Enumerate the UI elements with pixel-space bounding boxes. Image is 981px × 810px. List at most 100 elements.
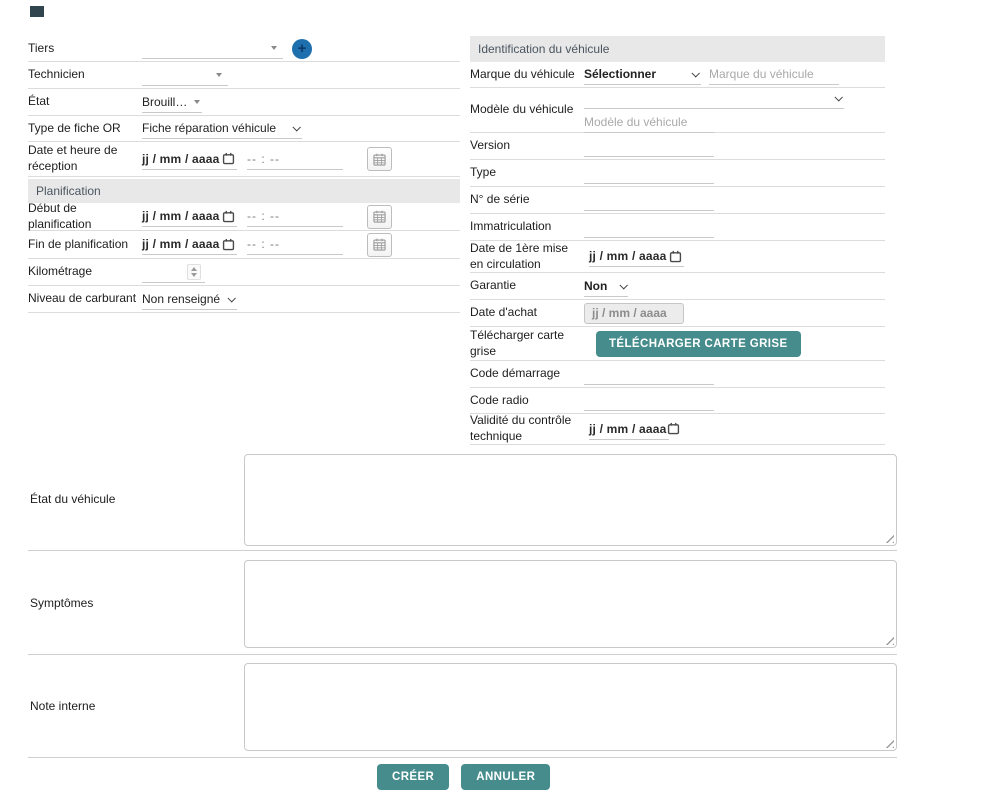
row-controle-technique: Validité du contrôle technique jj / mm /…: [470, 414, 885, 445]
date-placeholder-text: jj / mm / aaaa: [142, 152, 220, 166]
row-date-achat: Date d'achat jj / mm / aaaa: [470, 300, 885, 327]
marque-select-value: Sélectionner: [584, 67, 656, 81]
controle-technique-label: Validité du contrôle technique: [470, 413, 584, 444]
code-demarrage-label: Code démarrage: [470, 366, 584, 382]
modele-text-input[interactable]: [584, 112, 714, 133]
row-version: Version: [470, 133, 885, 160]
date-placeholder-text: jj / mm / aaaa: [142, 237, 220, 251]
debut-planification-calendar-button[interactable]: [367, 205, 392, 229]
date-placeholder-text: jj / mm / aaaa: [589, 249, 667, 263]
code-radio-input[interactable]: [584, 390, 714, 411]
kilometrage-label: Kilométrage: [28, 264, 142, 280]
immatriculation-label: Immatriculation: [470, 219, 584, 235]
type-label: Type: [470, 165, 584, 181]
niveau-carburant-select[interactable]: Non renseigné: [142, 289, 237, 310]
caret-down-icon: [194, 100, 200, 104]
row-date-reception: Date et heure de réception jj / mm / aaa…: [28, 142, 460, 177]
number-spinner-icon[interactable]: [187, 264, 201, 280]
calendar-grid-icon: [373, 210, 386, 223]
date-achat-label: Date d'achat: [470, 305, 584, 321]
tiers-label: Tiers: [28, 41, 142, 57]
row-type-fiche: Type de fiche OR Fiche réparation véhicu…: [28, 116, 460, 142]
cancel-button[interactable]: ANNULER: [461, 764, 550, 790]
row-type: Type: [470, 160, 885, 187]
chevron-down-icon: [834, 93, 842, 101]
time-placeholder-text: -- : --: [247, 152, 280, 166]
calendar-grid-icon: [373, 238, 386, 251]
row-code-demarrage: Code démarrage: [470, 361, 885, 388]
symptomes-textarea[interactable]: [244, 560, 897, 648]
etat-select-value: Brouill…: [142, 95, 187, 109]
fin-planification-label: Fin de planification: [28, 237, 142, 253]
chevron-down-icon: [227, 294, 235, 302]
create-button[interactable]: CRÉER: [377, 764, 449, 790]
debut-planification-date-input[interactable]: jj / mm / aaaa: [142, 206, 237, 227]
telecharger-carte-grise-button[interactable]: TÉLÉCHARGER CARTE GRISE: [596, 331, 801, 357]
row-symptomes: Symptômes: [28, 551, 897, 655]
calendar-icon: [669, 250, 682, 263]
marque-text-input[interactable]: [709, 64, 839, 85]
immatriculation-input[interactable]: [584, 217, 714, 238]
garantie-value: Non: [584, 279, 607, 293]
date-reception-calendar-button[interactable]: [367, 147, 392, 171]
fin-planification-calendar-button[interactable]: [367, 233, 392, 257]
marque-label: Marque du véhicule: [470, 67, 584, 83]
mise-circulation-label: Date de 1ère mise en circulation: [470, 241, 584, 272]
niveau-carburant-value: Non renseigné: [142, 292, 220, 306]
kilometrage-input[interactable]: [142, 262, 205, 283]
date-placeholder-text: jj / mm / aaaa: [589, 422, 667, 436]
left-form-column: Tiers + Technicien État Brouill… Type de…: [28, 36, 460, 313]
calendar-icon: [222, 152, 235, 165]
notes-section: État du véhicule Symptômes Note interne: [28, 448, 897, 758]
num-serie-input[interactable]: [584, 190, 714, 211]
calendar-icon: [222, 238, 235, 251]
row-modele: Modèle du véhicule: [470, 88, 885, 133]
etat-vehicule-textarea[interactable]: [244, 454, 897, 546]
controle-technique-date-input[interactable]: jj / mm / aaaa: [589, 419, 669, 440]
modele-select[interactable]: [584, 88, 844, 109]
code-demarrage-input[interactable]: [584, 364, 714, 385]
row-fin-planification: Fin de planification jj / mm / aaaa -- :…: [28, 231, 460, 259]
time-placeholder-text: -- : --: [247, 237, 280, 251]
row-immatriculation: Immatriculation: [470, 214, 885, 241]
etat-select[interactable]: Brouill…: [142, 92, 202, 113]
time-placeholder-text: -- : --: [247, 209, 280, 223]
version-input[interactable]: [584, 136, 714, 157]
version-label: Version: [470, 138, 584, 154]
type-fiche-label: Type de fiche OR: [28, 121, 142, 137]
row-marque: Marque du véhicule Sélectionner: [470, 62, 885, 88]
identification-header-text: Identification du véhicule: [478, 42, 609, 56]
type-fiche-select[interactable]: Fiche réparation véhicule: [142, 118, 302, 139]
menu-toggle-marker[interactable]: [30, 6, 44, 17]
calendar-grid-icon: [373, 153, 386, 166]
tiers-select[interactable]: [142, 38, 283, 59]
chevron-down-icon: [691, 69, 699, 77]
calendar-icon: [667, 422, 680, 435]
row-code-radio: Code radio: [470, 388, 885, 414]
mise-circulation-date-input[interactable]: jj / mm / aaaa: [589, 246, 684, 267]
row-num-serie: N° de série: [470, 187, 885, 214]
garantie-select[interactable]: Non: [584, 276, 628, 297]
date-reception-date-input[interactable]: jj / mm / aaaa: [142, 149, 237, 170]
modele-label: Modèle du véhicule: [470, 102, 584, 118]
technicien-select[interactable]: [142, 65, 228, 86]
time-reception-input[interactable]: -- : --: [247, 149, 343, 170]
caret-down-icon: [216, 73, 222, 77]
row-debut-planification: Début de planification jj / mm / aaaa --…: [28, 203, 460, 231]
note-interne-textarea[interactable]: [244, 663, 897, 751]
add-tiers-button[interactable]: +: [292, 39, 312, 59]
technicien-label: Technicien: [28, 67, 142, 83]
row-mise-circulation: Date de 1ère mise en circulation jj / mm…: [470, 241, 885, 273]
date-placeholder-text: jj / mm / aaaa: [142, 209, 220, 223]
fin-planification-date-input[interactable]: jj / mm / aaaa: [142, 234, 237, 255]
type-input[interactable]: [584, 163, 714, 184]
row-note-interne: Note interne: [28, 655, 897, 758]
form-actions: CRÉER ANNULER: [377, 764, 550, 790]
fin-planification-time-input[interactable]: -- : --: [247, 234, 343, 255]
debut-planification-time-input[interactable]: -- : --: [247, 206, 343, 227]
chevron-down-icon: [619, 281, 627, 289]
identification-section-header: Identification du véhicule: [470, 36, 885, 62]
marque-select[interactable]: Sélectionner: [584, 64, 701, 85]
garantie-label: Garantie: [470, 278, 584, 294]
row-carte-grise: Télécharger carte grise TÉLÉCHARGER CART…: [470, 327, 885, 361]
